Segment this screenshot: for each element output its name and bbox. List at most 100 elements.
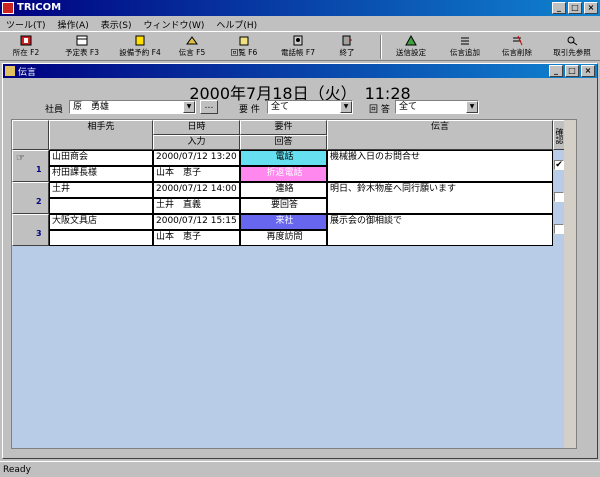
send-settings-label: 送信設定	[396, 48, 426, 57]
equipment-label: 設備予約 F4	[119, 48, 161, 57]
message-cell[interactable]: 展示会の御相談で	[327, 214, 553, 246]
reply-label: 回 答	[369, 105, 390, 115]
message-button[interactable]: 伝言 F5	[172, 34, 212, 60]
row-header-1[interactable]: ☞ 1	[12, 150, 49, 182]
inputter-cell[interactable]: 土井 直義	[153, 198, 240, 214]
inputter-cell[interactable]: 山本 恵子	[153, 230, 240, 246]
header-partner[interactable]: 相手先	[49, 120, 153, 150]
phonebook-label: 電話帳 F7	[281, 48, 315, 57]
reply-cell[interactable]: 再度訪問	[240, 230, 327, 246]
reply-cell[interactable]: 折返電話	[240, 166, 327, 182]
send-settings-icon	[405, 35, 417, 46]
client-lookup-button[interactable]: 取引先参照	[546, 34, 598, 60]
equipment-icon	[135, 35, 145, 46]
corner-header	[12, 120, 49, 150]
datetime-cell[interactable]: 2000/07/12 15:15	[153, 214, 240, 230]
menu-bar: ツール(T) 操作(A) 表示(S) ウィンドウ(W) ヘルプ(H)	[0, 16, 600, 31]
add-message-button[interactable]: 伝言追加	[442, 34, 488, 60]
equipment-button[interactable]: 設備予約 F4	[114, 34, 166, 60]
subject-cell[interactable]: 来社	[240, 214, 327, 230]
message-label: 伝言 F5	[178, 48, 206, 57]
datetime-cell[interactable]: 2000/07/12 14:00	[153, 182, 240, 198]
inputter-cell[interactable]: 山本 恵子	[153, 166, 240, 182]
toolbar-separator	[380, 35, 382, 59]
add-message-label: 伝言追加	[450, 48, 480, 57]
child-minimize-button[interactable]: _	[549, 65, 563, 77]
header-subject[interactable]: 要件	[240, 120, 327, 135]
confirm-checkbox[interactable]	[554, 224, 564, 234]
chevron-down-icon[interactable]: ▼	[340, 101, 352, 113]
exit-label: 終了	[339, 48, 355, 57]
maximize-button[interactable]: □	[568, 2, 582, 14]
child-close-button[interactable]: ×	[581, 65, 595, 77]
row-number: 2	[36, 197, 42, 206]
row-number: 1	[36, 165, 42, 174]
company-cell[interactable]: 山田商会	[49, 150, 153, 166]
reply-cell[interactable]: 要回答	[240, 198, 327, 214]
reply-select[interactable]: 全て ▼	[395, 100, 479, 114]
company-cell[interactable]: 土井	[49, 182, 153, 198]
status-bar: Ready	[0, 461, 600, 477]
message-window-title-bar: 伝言 _ □ ×	[3, 64, 597, 78]
location-icon	[20, 35, 32, 46]
phonebook-button[interactable]: 電話帳 F7	[274, 34, 322, 60]
employee-browse-button[interactable]: …	[200, 100, 218, 114]
header-input[interactable]: 入力	[153, 135, 240, 150]
subject-value: 全て	[271, 102, 290, 112]
confirm-checkbox[interactable]	[554, 192, 564, 202]
header-reply[interactable]: 回答	[240, 135, 327, 150]
header-datetime[interactable]: 日時	[153, 120, 240, 135]
chevron-down-icon[interactable]: ▼	[466, 101, 478, 113]
contact-cell[interactable]	[49, 198, 153, 214]
vertical-scrollbar[interactable]	[564, 120, 576, 448]
schedule-button[interactable]: 予定表 F3	[56, 34, 108, 60]
phonebook-icon	[293, 35, 303, 46]
employee-label: 社員	[45, 105, 64, 115]
message-cell[interactable]: 明日、鈴木物産へ同行願います	[327, 182, 553, 214]
circulation-button[interactable]: 回覧 F6	[224, 34, 264, 60]
circulation-icon	[239, 36, 249, 46]
datetime-cell[interactable]: 2000/07/12 13:20	[153, 150, 240, 166]
reply-value: 全て	[399, 102, 418, 112]
minimize-button[interactable]: _	[552, 2, 566, 14]
delete-message-label: 伝言削除	[502, 48, 532, 57]
menu-view[interactable]: 表示(S)	[95, 16, 138, 31]
circulation-label: 回覧 F6	[230, 48, 258, 57]
app-title-bar: TRICOM _ □ ×	[0, 0, 600, 16]
message-grid: 相手先 日時 入力 要件 回答 伝言 確認 ☞ 1 山田商会 村田課長様 200…	[11, 119, 577, 449]
row-header-3[interactable]: 3	[12, 214, 49, 246]
employee-select[interactable]: 原 勇雄 ▼	[69, 100, 196, 114]
employee-value: 原 勇雄	[73, 102, 110, 112]
child-maximize-button[interactable]: □	[565, 65, 579, 77]
row-header-2[interactable]: 2	[12, 182, 49, 214]
contact-cell[interactable]: 村田課長様	[49, 166, 153, 182]
app-logo-icon	[2, 2, 14, 14]
contact-cell[interactable]	[49, 230, 153, 246]
company-cell[interactable]: 大阪文具店	[49, 214, 153, 230]
message-cell[interactable]: 機械搬入日のお問合せ	[327, 150, 553, 182]
schedule-icon	[76, 35, 88, 46]
row-number: 3	[36, 229, 42, 238]
subject-label: 要 件	[239, 105, 260, 115]
close-button[interactable]: ×	[584, 2, 598, 14]
chevron-down-icon[interactable]: ▼	[183, 101, 195, 113]
schedule-label: 予定表 F3	[65, 48, 99, 57]
message-window-icon	[5, 66, 15, 76]
delete-message-button[interactable]: 伝言削除	[494, 34, 540, 60]
send-settings-button[interactable]: 送信設定	[388, 34, 434, 60]
location-label: 所在 F2	[12, 48, 40, 57]
menu-tools[interactable]: ツール(T)	[0, 16, 52, 31]
delete-message-icon	[513, 35, 523, 46]
subject-cell[interactable]: 電話	[240, 150, 327, 166]
header-message[interactable]: 伝言	[327, 120, 553, 150]
menu-help[interactable]: ヘルプ(H)	[210, 16, 263, 31]
location-button[interactable]: 所在 F2	[6, 34, 46, 60]
exit-button[interactable]: 終了	[332, 34, 362, 60]
pointing-hand-icon: ☞	[16, 153, 25, 164]
menu-operation[interactable]: 操作(A)	[52, 16, 95, 31]
subject-select[interactable]: 全て ▼	[267, 100, 353, 114]
confirm-checkbox[interactable]: ✔	[554, 160, 564, 170]
toolbar: 所在 F2 予定表 F3 設備予約 F4 伝言 F5 回覧 F6 電話帳 F7 …	[0, 31, 600, 61]
subject-cell[interactable]: 連絡	[240, 182, 327, 198]
menu-window[interactable]: ウィンドウ(W)	[137, 16, 210, 31]
